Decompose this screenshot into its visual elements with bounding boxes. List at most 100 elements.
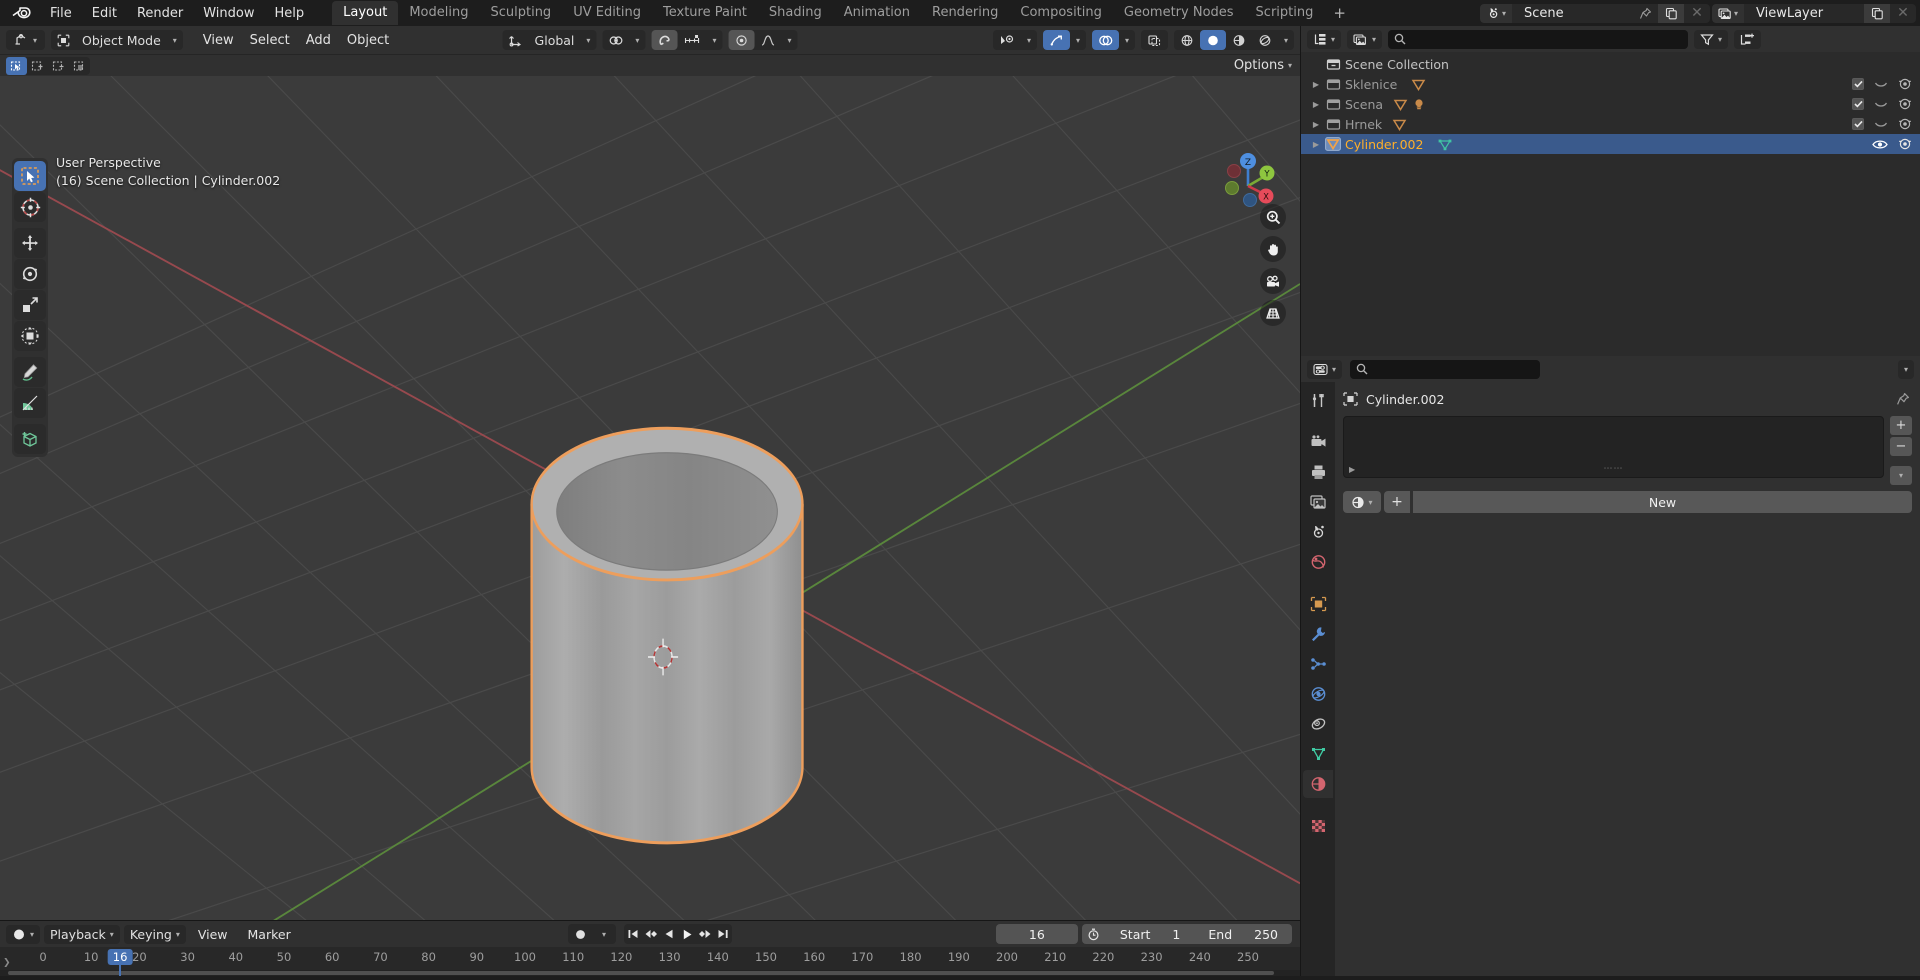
viewport-menu-add[interactable]: Add (298, 31, 339, 50)
properties-editor-type[interactable]: ▾ (1307, 359, 1343, 379)
properties-tab-output[interactable] (1303, 458, 1333, 486)
properties-options-button[interactable]: ▾ (1897, 359, 1914, 379)
editor-type-selector[interactable]: ▾ (6, 30, 46, 50)
tool-scale[interactable] (14, 290, 46, 320)
material-slot-list[interactable]: ▶ ⋯⋯ (1343, 416, 1884, 478)
hide-in-viewport-icon[interactable] (1872, 139, 1888, 150)
previous-keyframe-button[interactable] (642, 924, 660, 944)
timeline-menu-view[interactable]: View (190, 925, 236, 944)
hide-in-viewport-icon[interactable] (1874, 120, 1888, 129)
disclosure-triangle-icon[interactable]: ▶ (1309, 100, 1323, 109)
show-gizmo-icon[interactable] (1042, 30, 1070, 50)
tab-texture-paint[interactable]: Texture Paint (652, 1, 758, 25)
remove-scene-icon[interactable]: ✕ (1684, 4, 1710, 23)
object-visibility-group[interactable]: ▾ (992, 30, 1037, 50)
select-difference-icon[interactable] (69, 57, 90, 75)
outliner-editor-type[interactable]: ▾ (1307, 29, 1342, 49)
shading-material-icon[interactable] (1226, 30, 1252, 50)
hand-icon[interactable] (1260, 236, 1286, 262)
show-overlays-icon[interactable] (1091, 30, 1119, 50)
disable-in-renders-icon[interactable] (1898, 98, 1912, 110)
playback-menu[interactable]: Playback ▾ (44, 924, 120, 944)
proportional-edit-icon[interactable] (728, 30, 755, 50)
outliner-row-hrnek[interactable]: ▶ Hrnek (1301, 114, 1920, 134)
remove-material-slot-button[interactable]: − (1890, 437, 1912, 456)
play-reverse-button[interactable] (660, 924, 678, 944)
chevron-down-icon[interactable]: ▾ (781, 30, 797, 50)
use-preview-range-icon[interactable] (1082, 924, 1106, 944)
grid-icon[interactable] (1260, 300, 1286, 326)
timeline-ruler[interactable]: ❯ 0 10 20 30 40 50 60 70 80 90 100 110 120 130 140 150 1… (0, 947, 1300, 976)
checkbox-enabled[interactable] (1852, 78, 1864, 90)
timeline-scrollbar[interactable] (0, 970, 1300, 976)
timeline-playhead-label[interactable]: 16 (107, 949, 133, 965)
menu-help[interactable]: Help (265, 4, 315, 23)
tab-animation[interactable]: Animation (833, 1, 921, 25)
remove-viewlayer-icon[interactable]: ✕ (1890, 4, 1916, 23)
outliner-row-cylinder-002[interactable]: ▶ Cylinder.002 (1301, 134, 1920, 154)
outliner-search-input[interactable] (1388, 29, 1689, 49)
menu-render[interactable]: Render (127, 4, 193, 23)
select-subtract-icon[interactable] (48, 57, 69, 75)
next-keyframe-button[interactable] (696, 924, 714, 944)
falloff-icon[interactable] (754, 30, 781, 50)
expand-list-icon[interactable]: ▶ (1349, 465, 1355, 474)
jump-to-start-button[interactable] (624, 924, 642, 944)
proportional-edit-group[interactable]: ▾ (728, 30, 798, 50)
snap-increment-icon[interactable] (677, 30, 706, 50)
frame-range-field[interactable]: Start 1 End 250 (1081, 924, 1292, 944)
hide-in-viewport-icon[interactable] (1874, 80, 1888, 89)
select-mode-group[interactable] (6, 56, 90, 75)
new-collection-button[interactable] (1734, 29, 1762, 49)
disable-in-renders-icon[interactable] (1898, 138, 1912, 150)
start-value[interactable]: 1 (1150, 927, 1194, 942)
material-specials-menu[interactable]: ▾ (1890, 466, 1912, 485)
browse-material-button[interactable]: ▾ (1343, 491, 1381, 513)
select-set-icon[interactable] (6, 56, 27, 75)
timeline-editor-type[interactable]: ▾ (6, 924, 41, 944)
outliner-row-scene-collection[interactable]: Scene Collection (1301, 54, 1920, 74)
properties-tab-texture[interactable] (1303, 812, 1333, 840)
chevron-down-icon[interactable]: ▾ (1070, 30, 1086, 50)
tool-move[interactable] (14, 228, 46, 258)
outliner-filter-button[interactable]: ▾ (1694, 29, 1729, 49)
select-extend-icon[interactable] (27, 57, 48, 75)
shading-wireframe-icon[interactable] (1174, 30, 1200, 50)
tab-modeling[interactable]: Modeling (398, 1, 479, 25)
chevron-down-icon[interactable]: ▾ (592, 924, 616, 944)
hide-in-viewport-icon[interactable] (1874, 100, 1888, 109)
properties-search-input[interactable] (1350, 359, 1541, 379)
chevron-down-icon[interactable]: ▾ (167, 30, 183, 50)
shading-mode-group[interactable]: ▾ (1173, 30, 1294, 50)
tool-cursor[interactable] (14, 192, 46, 222)
gizmo-group[interactable]: ▾ (1042, 30, 1086, 50)
viewport-options-button[interactable]: Options ▾ (1234, 58, 1292, 73)
blender-logo-icon[interactable] (10, 4, 32, 22)
tab-rendering[interactable]: Rendering (921, 1, 1009, 25)
viewlayer-browse-icon[interactable]: ▾ (1712, 3, 1744, 23)
viewlayer-name[interactable]: ViewLayer (1744, 6, 1864, 21)
checkbox-enabled[interactable] (1852, 118, 1864, 130)
chevron-down-icon[interactable]: ▾ (1278, 30, 1294, 50)
auto-keying-group[interactable]: ▾ (568, 924, 616, 944)
outliner-display-mode[interactable]: ▾ (1347, 29, 1383, 49)
chevron-down-icon[interactable]: ▾ (1119, 30, 1135, 50)
pivot-point-icon[interactable] (602, 30, 629, 50)
disclosure-triangle-icon[interactable]: ▶ (1309, 120, 1323, 129)
menu-file[interactable]: File (40, 4, 82, 23)
scene-field[interactable]: ▾ Scene ✕ (1480, 3, 1710, 23)
3d-viewport[interactable]: User Perspective (16) Scene Collection |… (0, 76, 1300, 920)
tool-rotate[interactable] (14, 259, 46, 289)
properties-tab-data[interactable] (1303, 740, 1333, 768)
end-value[interactable]: 250 (1232, 927, 1292, 942)
tab-shading[interactable]: Shading (758, 1, 833, 25)
disable-in-renders-icon[interactable] (1898, 118, 1912, 130)
disclosure-triangle-icon[interactable]: ▶ (1309, 80, 1323, 89)
orientation-label[interactable]: Global (529, 30, 581, 50)
snap-magnet-icon[interactable] (651, 30, 678, 50)
properties-search-field[interactable] (1374, 362, 1535, 376)
keying-menu[interactable]: Keying ▾ (123, 924, 186, 944)
properties-tab-material[interactable] (1303, 770, 1333, 798)
properties-tab-particles[interactable] (1303, 650, 1333, 678)
new-scene-icon[interactable] (1658, 3, 1684, 23)
